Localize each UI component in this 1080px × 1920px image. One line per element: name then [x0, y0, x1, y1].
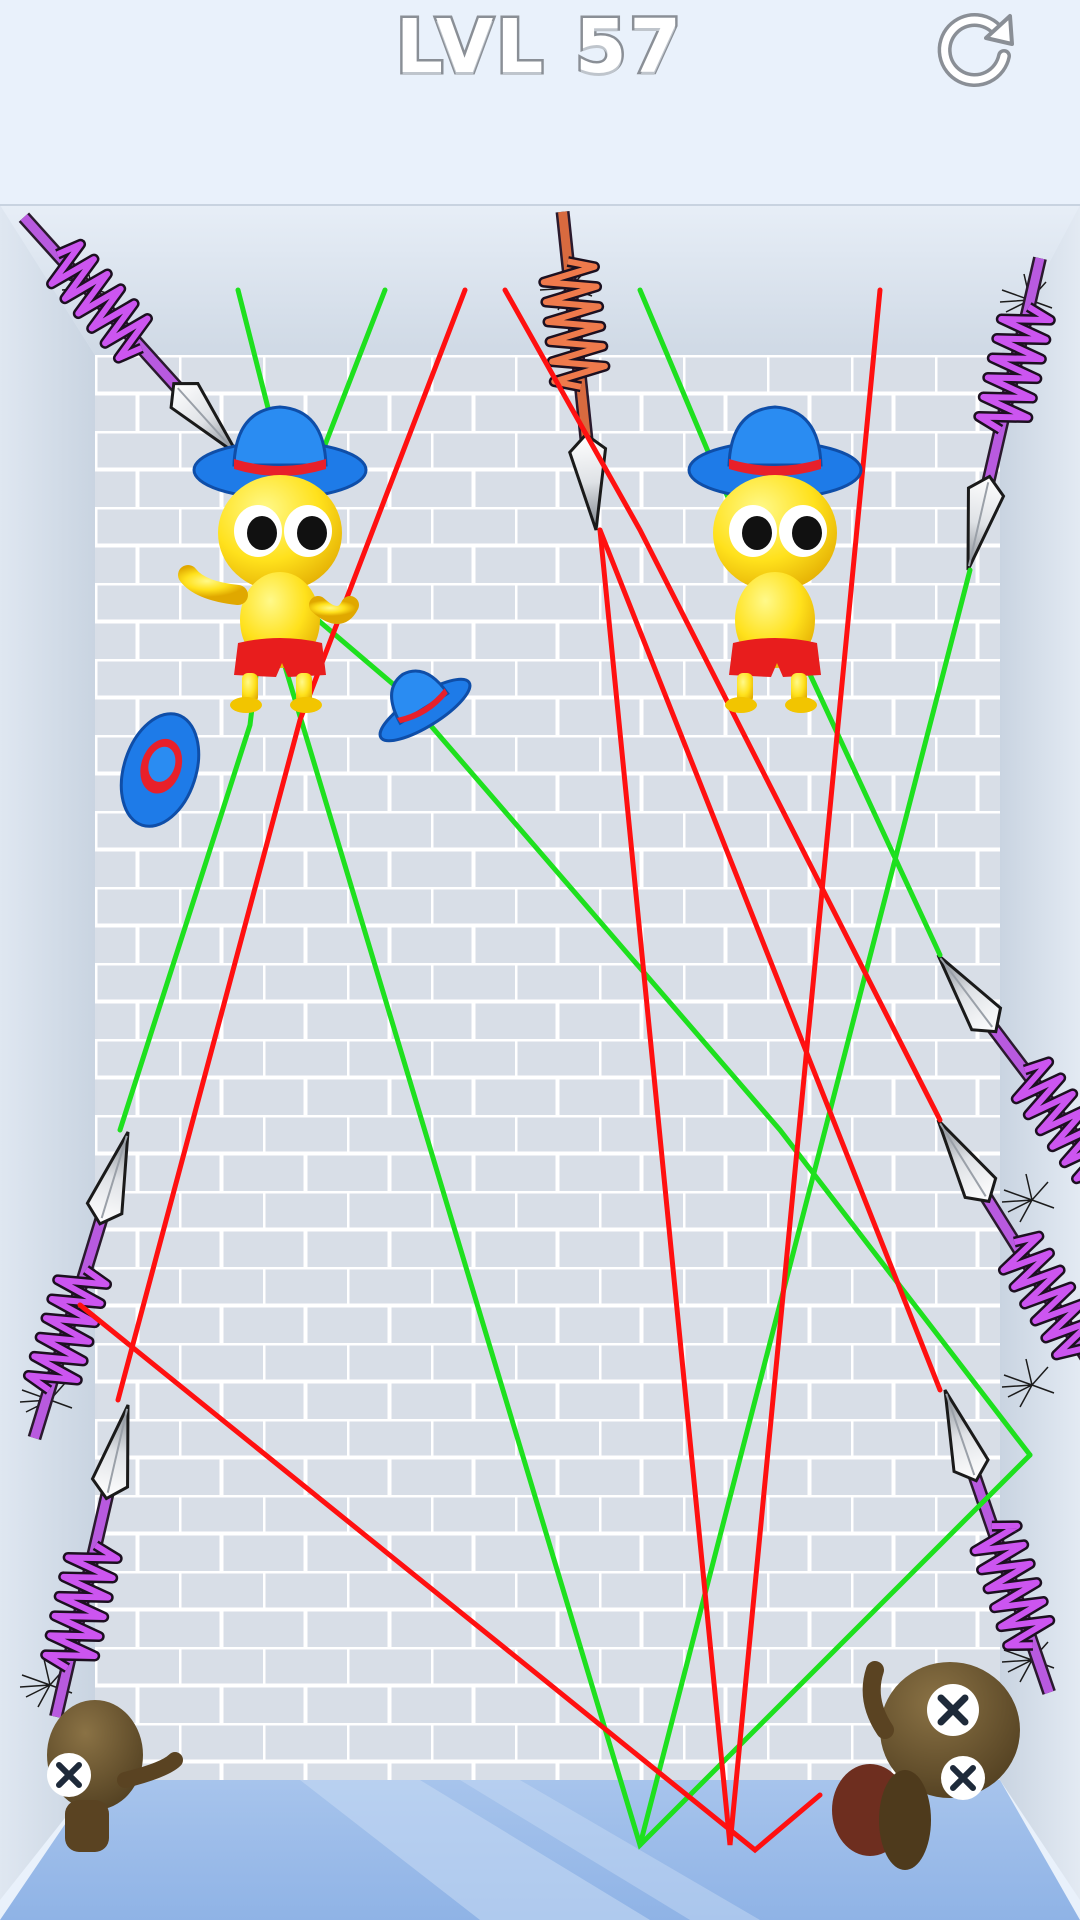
back-wall — [95, 355, 1000, 1780]
restart-button[interactable] — [932, 4, 1022, 94]
restart-icon — [937, 13, 1014, 87]
game-scene[interactable] — [0, 0, 1080, 1920]
level-title: LVL 57 — [393, 2, 685, 93]
